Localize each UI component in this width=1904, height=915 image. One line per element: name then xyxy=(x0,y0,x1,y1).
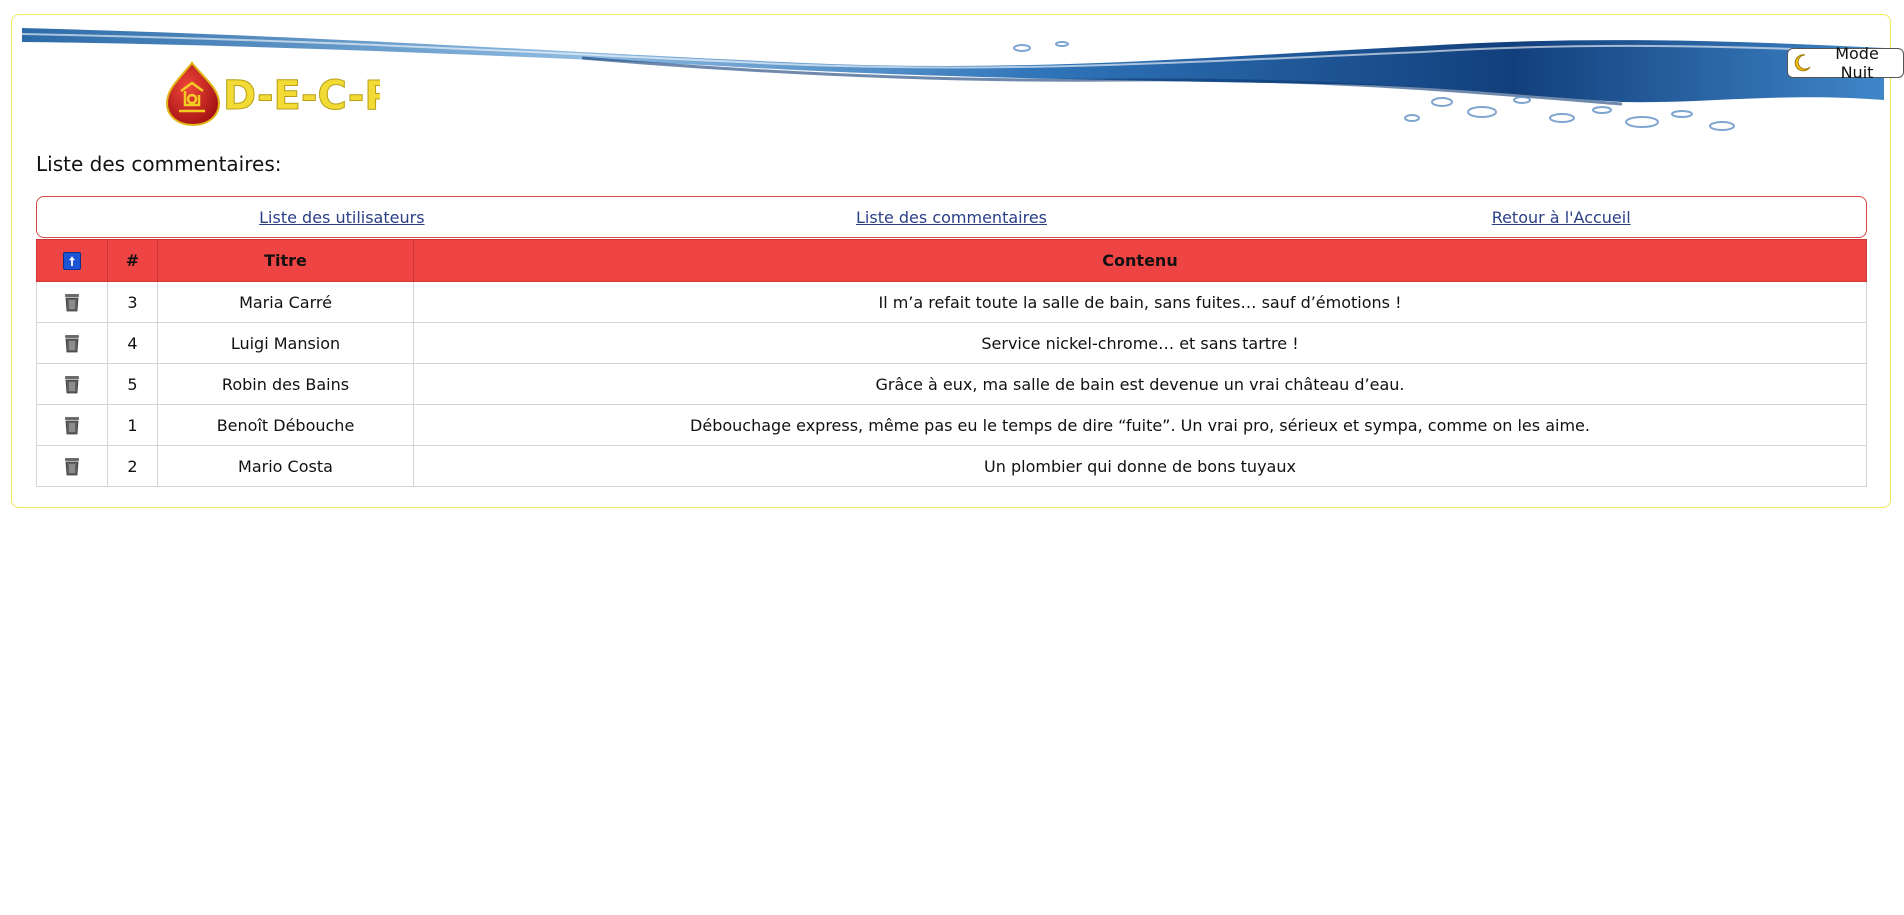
table-row: 3 Maria Carré Il m’a refait toute la sal… xyxy=(36,281,1867,323)
comment-title: Robin des Bains xyxy=(157,363,414,405)
content-column-header: Contenu xyxy=(413,239,1867,282)
admin-nav: Liste des utilisateurs Liste des comment… xyxy=(36,196,1867,238)
trash-icon[interactable] xyxy=(63,374,81,394)
delete-cell xyxy=(36,322,108,364)
comment-id: 1 xyxy=(107,404,158,446)
company-logo: D-E-C-P xyxy=(165,61,394,127)
table-row: 4 Luigi Mansion Service nickel-chrome… e… xyxy=(36,322,1867,364)
comment-content: Un plombier qui donne de bons tuyaux xyxy=(413,445,1867,487)
table-row: 1 Benoît Débouche Débouchage express, mê… xyxy=(36,404,1867,446)
comment-id: 5 xyxy=(107,363,158,405)
night-mode-button[interactable]: Mode Nuit xyxy=(1787,44,1904,82)
table-row: 2 Mario Costa Un plombier qui donne de b… xyxy=(36,445,1867,487)
sort-header-cell[interactable] xyxy=(36,239,108,282)
users-list-link[interactable]: Liste des utilisateurs xyxy=(37,208,647,227)
back-home-link[interactable]: Retour à l'Accueil xyxy=(1256,208,1866,227)
comment-title: Maria Carré xyxy=(157,281,414,323)
comment-id: 4 xyxy=(107,322,158,364)
trash-icon[interactable] xyxy=(63,292,81,312)
trash-icon[interactable] xyxy=(63,333,81,353)
delete-cell xyxy=(36,445,108,487)
delete-cell xyxy=(36,404,108,446)
comment-content: Service nickel-chrome… et sans tartre ! xyxy=(413,322,1867,364)
comment-id: 3 xyxy=(107,281,158,323)
table-row: 5 Robin des Bains Grâce à eux, ma salle … xyxy=(36,363,1867,405)
trash-icon[interactable] xyxy=(63,415,81,435)
svg-text:D-E-C-P: D-E-C-P xyxy=(223,73,380,119)
trash-icon[interactable] xyxy=(63,456,81,476)
comment-content: Grâce à eux, ma salle de bain est devenu… xyxy=(413,363,1867,405)
comments-list-link[interactable]: Liste des commentaires xyxy=(647,208,1257,227)
comment-content: Il m’a refait toute la salle de bain, sa… xyxy=(413,281,1867,323)
night-mode-label: Mode Nuit xyxy=(1835,44,1879,82)
delete-cell xyxy=(36,281,108,323)
comment-title: Benoît Débouche xyxy=(157,404,414,446)
title-column-header: Titre xyxy=(157,239,414,282)
comment-title: Luigi Mansion xyxy=(157,322,414,364)
comments-table: # Titre Contenu 3 Maria Carré Il m’a ref… xyxy=(36,239,1867,487)
comment-title: Mario Costa xyxy=(157,445,414,487)
comment-content: Débouchage express, même pas eu le temps… xyxy=(413,404,1867,446)
table-header-row: # Titre Contenu xyxy=(36,239,1867,282)
sort-up-arrow-icon[interactable] xyxy=(63,252,81,271)
delete-cell xyxy=(36,363,108,405)
decp-logo-icon: D-E-C-P xyxy=(165,61,394,127)
comment-id: 2 xyxy=(107,445,158,487)
id-column-header: # xyxy=(107,239,158,282)
page-title: Liste des commentaires: xyxy=(36,152,282,176)
crescent-moon-icon xyxy=(1792,53,1812,73)
